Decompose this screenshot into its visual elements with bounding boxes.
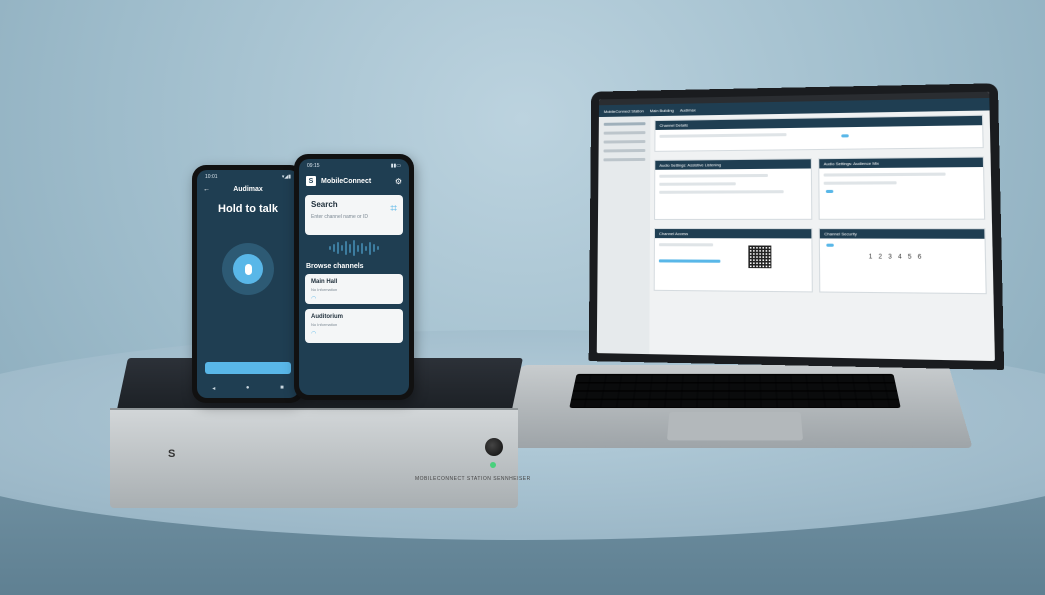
toggle-switch bbox=[826, 190, 833, 193]
top-bar-item: MobileConnect Station bbox=[604, 108, 644, 114]
station-label: MOBILECONNECT STATION SENNHEISER bbox=[415, 476, 531, 482]
top-bar-item: Audimax bbox=[680, 107, 696, 112]
app-sidebar bbox=[597, 116, 651, 354]
channel-card: Auditorium No Information ◠ bbox=[305, 309, 403, 343]
channel-access-panel: Channel Access bbox=[654, 228, 813, 292]
sennheiser-logo-icon: S bbox=[168, 448, 186, 462]
search-card: Search Enter channel name or ID ⌗ bbox=[305, 195, 403, 235]
app-title: MobileConnect bbox=[321, 178, 395, 185]
channel-sub: No Information bbox=[311, 322, 397, 327]
nav-recents-icon: ■ bbox=[280, 385, 284, 392]
toggle-switch bbox=[841, 134, 848, 137]
back-arrow-icon: ← bbox=[203, 186, 215, 193]
panel-title: Channel Security bbox=[824, 231, 857, 236]
android-nav-bar: ◂ ● ■ bbox=[197, 385, 299, 392]
gear-icon: ⚙ bbox=[395, 177, 402, 186]
nav-back-icon: ◂ bbox=[212, 385, 215, 392]
channel-sub: No Information bbox=[311, 287, 397, 292]
sennheiser-logo-icon: S bbox=[306, 176, 316, 186]
audience-mix-panel: Audio Settings: Audience Mix bbox=[818, 157, 985, 220]
channel-name: Main Hall bbox=[311, 279, 397, 285]
phone-mobileconnect-screen: 09:15 ▮▮▭ S MobileConnect ⚙ Search Enter… bbox=[299, 159, 409, 395]
phone-audimax: 10:01 ▾◢▮ ← Audimax Hold to talk ◂ ● ■ bbox=[192, 165, 304, 403]
search-title: Search bbox=[311, 200, 397, 209]
app-main: Channel Details Audio Settings: Assistiv… bbox=[653, 115, 988, 355]
status-time: 10:01 bbox=[205, 174, 218, 180]
top-bar-item: Main Building bbox=[650, 107, 674, 112]
panel-title: Channel Details bbox=[659, 123, 688, 128]
bottom-action-button bbox=[205, 362, 291, 374]
laptop-trackpad bbox=[667, 412, 803, 440]
browse-title: Browse channels bbox=[299, 261, 409, 274]
sidebar-item bbox=[604, 149, 646, 152]
nav-home-icon: ● bbox=[246, 385, 250, 392]
qr-scan-icon: ⌗ bbox=[390, 201, 397, 216]
headphones-icon: ◠ bbox=[311, 330, 397, 337]
assistive-listening-panel: Audio Settings: Assistive Listening bbox=[654, 158, 812, 220]
audio-waveform bbox=[299, 238, 409, 258]
phone-audimax-screen: 10:01 ▾◢▮ ← Audimax Hold to talk ◂ ● ■ bbox=[197, 170, 299, 398]
signal-icon: ▾◢▮ bbox=[282, 174, 291, 180]
status-led bbox=[490, 462, 496, 468]
station-web-app: MobileConnect Station Main Building Audi… bbox=[597, 92, 995, 361]
channel-card: Main Hall No Information ◠ bbox=[305, 274, 403, 304]
channel-security-panel: Channel Security 1 2 3 4 5 6 bbox=[819, 228, 987, 294]
qr-code bbox=[748, 245, 771, 268]
toggle-switch bbox=[826, 244, 834, 247]
access-button bbox=[659, 259, 721, 262]
search-placeholder: Enter channel name or ID bbox=[311, 214, 397, 220]
panel-title: Audio Settings: Assistive Listening bbox=[659, 162, 721, 168]
sidebar-item bbox=[604, 131, 646, 135]
sidebar-item bbox=[604, 122, 646, 126]
laptop-screen: MobileConnect Station Main Building Audi… bbox=[589, 83, 1004, 370]
battery-icon: ▮▮▭ bbox=[391, 163, 401, 169]
power-knob bbox=[485, 438, 503, 456]
sidebar-item bbox=[604, 140, 646, 144]
channel-name: Auditorium bbox=[311, 314, 397, 320]
product-photo-scene: MobileConnect Station Main Building Audi… bbox=[0, 0, 1045, 595]
talk-button bbox=[222, 243, 274, 295]
status-time: 09:15 bbox=[307, 163, 320, 169]
sidebar-item bbox=[603, 158, 645, 161]
laptop-keyboard bbox=[569, 374, 901, 408]
channel-details-panel: Channel Details bbox=[654, 115, 983, 152]
headphones-icon: ◠ bbox=[311, 295, 397, 302]
phone-mobileconnect: 09:15 ▮▮▭ S MobileConnect ⚙ Search Enter… bbox=[294, 154, 414, 400]
panel-title: Audio Settings: Audience Mix bbox=[824, 161, 879, 167]
hold-to-talk-label: Hold to talk bbox=[197, 203, 299, 215]
panel-title: Channel Access bbox=[659, 231, 688, 236]
microphone-icon bbox=[233, 254, 263, 284]
laptop-base bbox=[497, 365, 973, 448]
channel-title: Audimax bbox=[215, 186, 281, 193]
pin-digits: 1 2 3 4 5 6 bbox=[869, 254, 924, 261]
